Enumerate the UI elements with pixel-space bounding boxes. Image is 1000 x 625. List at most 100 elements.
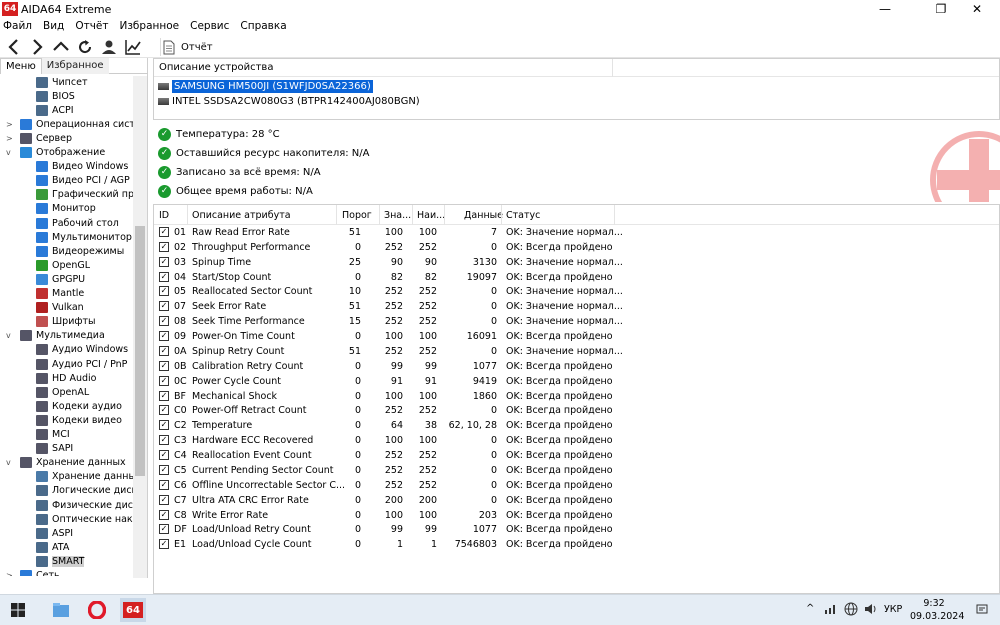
row-checkbox[interactable]: ✓ — [159, 345, 169, 356]
table-row[interactable]: ✓ E1 Load/Unload Cycle Count 0 1 1 7546803 OK: … — [154, 538, 999, 553]
volume-icon[interactable] — [864, 603, 878, 615]
table-row[interactable]: ✓ BF Mechanical Shock 0 100 100 1860 OK: Всегда… — [154, 390, 999, 405]
table-row[interactable]: ✓ DF Load/Unload Retry Count 0 99 99 1077 OK: В… — [154, 523, 999, 538]
tree-item-24[interactable]: Кодеки видео — [36, 413, 122, 427]
col-status[interactable]: Статус — [506, 210, 540, 221]
up-icon[interactable] — [52, 38, 70, 56]
row-checkbox[interactable]: ✓ — [159, 271, 169, 282]
tree-item-14[interactable]: GPGPU — [36, 272, 85, 286]
menu-help[interactable]: Справка — [240, 20, 286, 32]
tree-item-11[interactable]: Мультимонитор — [36, 230, 132, 244]
tree-item-20[interactable]: Аудио PCI / PnP — [36, 357, 127, 371]
close-button[interactable]: ✕ — [954, 0, 1000, 18]
tree-item-18[interactable]: v Мультимедиа — [6, 329, 105, 343]
device-item-samsung[interactable]: SAMSUNG HM500JI (S1WFJD0SA22366) — [158, 79, 373, 93]
row-checkbox[interactable]: ✓ — [159, 494, 169, 505]
tree-item-15[interactable]: Mantle — [36, 287, 84, 301]
refresh-icon[interactable] — [76, 38, 94, 56]
globe-icon[interactable] — [844, 602, 858, 616]
table-row[interactable]: ✓ 0A Spinup Retry Count 51 252 252 0 OK: Значен… — [154, 345, 999, 360]
tab-menu[interactable]: Меню — [0, 58, 42, 74]
row-checkbox[interactable]: ✓ — [159, 256, 169, 267]
row-checkbox[interactable]: ✓ — [159, 420, 169, 431]
collapse-chevron-icon[interactable]: v — [6, 331, 11, 340]
table-row[interactable]: ✓ 03 Spinup Time 25 90 90 3130 OK: Значение нор… — [154, 256, 999, 271]
menu-favorites[interactable]: Избранное — [119, 20, 179, 32]
tree-item-3[interactable]: > Операционная систем — [6, 117, 133, 131]
table-row[interactable]: ✓ 08 Seek Time Performance 15 252 252 0 OK: Зна… — [154, 315, 999, 330]
table-row[interactable]: ✓ C8 Write Error Rate 0 100 100 203 OK: Всегда … — [154, 509, 999, 524]
tree-item-31[interactable]: Оптические накопи — [36, 512, 133, 526]
minimize-button[interactable]: — — [862, 0, 908, 18]
tab-favorites[interactable]: Избранное — [41, 58, 109, 74]
col-data[interactable]: Данные — [464, 210, 503, 221]
tree-item-6[interactable]: Видео Windows — [36, 160, 128, 174]
expand-chevron-icon[interactable]: > — [6, 134, 13, 143]
row-checkbox[interactable]: ✓ — [159, 435, 169, 446]
row-checkbox[interactable]: ✓ — [159, 375, 169, 386]
menu-service[interactable]: Сервис — [190, 20, 229, 32]
notification-icon[interactable] — [976, 604, 988, 616]
row-checkbox[interactable]: ✓ — [159, 479, 169, 490]
tree-item-21[interactable]: HD Audio — [36, 371, 96, 385]
tree-item-22[interactable]: OpenAL — [36, 385, 89, 399]
row-checkbox[interactable]: ✓ — [159, 390, 169, 401]
benchmark-chart-icon[interactable] — [124, 38, 142, 56]
expand-chevron-icon[interactable]: > — [6, 120, 13, 129]
table-row[interactable]: ✓ C0 Power-Off Retract Count 0 252 252 0 OK: Вс… — [154, 404, 999, 419]
col-worst[interactable]: Наи... — [417, 210, 445, 221]
table-row[interactable]: ✓ 01 Raw Read Error Rate 51 100 100 7 OK: Значе… — [154, 226, 999, 241]
tree-item-32[interactable]: ASPI — [36, 526, 73, 540]
expand-chevron-icon[interactable]: > — [6, 571, 13, 576]
row-checkbox[interactable]: ✓ — [159, 360, 169, 371]
forward-icon[interactable] — [28, 38, 46, 56]
tree-item-35[interactable]: > Сеть — [6, 569, 60, 576]
collapse-chevron-icon[interactable]: v — [6, 148, 11, 157]
row-checkbox[interactable]: ✓ — [159, 286, 169, 297]
tree-item-8[interactable]: Графический проц — [36, 188, 133, 202]
tree-item-5[interactable]: v Отображение — [6, 146, 105, 160]
clock[interactable]: 9:32 09.03.2024 — [910, 597, 964, 623]
row-checkbox[interactable]: ✓ — [159, 405, 169, 416]
collapse-chevron-icon[interactable]: v — [6, 458, 11, 467]
table-row[interactable]: ✓ C6 Offline Uncorrectable Sector C... 0 252… — [154, 479, 999, 494]
col-id[interactable]: ID — [159, 210, 169, 221]
table-row[interactable]: ✓ 09 Power-On Time Count 0 100 100 16091 OK: Вс… — [154, 330, 999, 345]
tree-item-23[interactable]: Кодеки аудио — [36, 399, 122, 413]
table-row[interactable]: ✓ 07 Seek Error Rate 51 252 252 0 OK: Значение … — [154, 300, 999, 315]
row-checkbox[interactable]: ✓ — [159, 227, 169, 237]
row-checkbox[interactable]: ✓ — [159, 450, 169, 461]
table-row[interactable]: ✓ 04 Start/Stop Count 0 82 82 19097 OK: Всегда … — [154, 271, 999, 286]
tree-item-2[interactable]: ACPI — [36, 103, 74, 117]
table-row[interactable]: ✓ C4 Reallocation Event Count 0 252 252 0 OK: В… — [154, 449, 999, 464]
taskbar-aida64[interactable]: 64 — [120, 598, 146, 622]
tree-item-28[interactable]: Хранение данных W — [36, 470, 133, 484]
tree-scrollbar-thumb[interactable] — [135, 226, 145, 476]
tree-item-9[interactable]: Монитор — [36, 202, 96, 216]
tray-overflow-chevron[interactable]: ^ — [806, 603, 814, 614]
report-button[interactable]: Отчёт — [160, 38, 213, 56]
menu-file[interactable]: Файл — [3, 20, 32, 32]
tree-item-30[interactable]: Физические диски — [36, 498, 133, 512]
taskbar-file-explorer[interactable] — [48, 598, 74, 622]
row-checkbox[interactable]: ✓ — [159, 464, 169, 475]
row-checkbox[interactable]: ✓ — [159, 316, 169, 327]
tree-item-27[interactable]: v Хранение данных — [6, 456, 126, 470]
table-row[interactable]: ✓ C5 Current Pending Sector Count 0 252 252 0 O… — [154, 464, 999, 479]
back-icon[interactable] — [5, 38, 23, 56]
user-icon[interactable] — [100, 38, 118, 56]
row-checkbox[interactable]: ✓ — [159, 509, 169, 520]
menu-view[interactable]: Вид — [43, 20, 64, 32]
tree-item-10[interactable]: Рабочий стол — [36, 216, 119, 230]
row-checkbox[interactable]: ✓ — [159, 241, 169, 252]
row-checkbox[interactable]: ✓ — [159, 524, 169, 535]
row-checkbox[interactable]: ✓ — [159, 539, 169, 550]
start-button[interactable] — [5, 598, 31, 622]
col-threshold[interactable]: Порог — [342, 210, 372, 221]
tree-item-7[interactable]: Видео PCI / AGP — [36, 174, 130, 188]
tree-item-19[interactable]: Аудио Windows — [36, 343, 128, 357]
device-description-column[interactable]: Описание устройства — [159, 62, 273, 73]
table-row[interactable]: ✓ C3 Hardware ECC Recovered 0 100 100 0 OK: Все… — [154, 434, 999, 449]
tree-scrollbar[interactable] — [133, 76, 147, 578]
table-row[interactable]: ✓ 02 Throughput Performance 0 252 252 0 OK: Все… — [154, 241, 999, 256]
